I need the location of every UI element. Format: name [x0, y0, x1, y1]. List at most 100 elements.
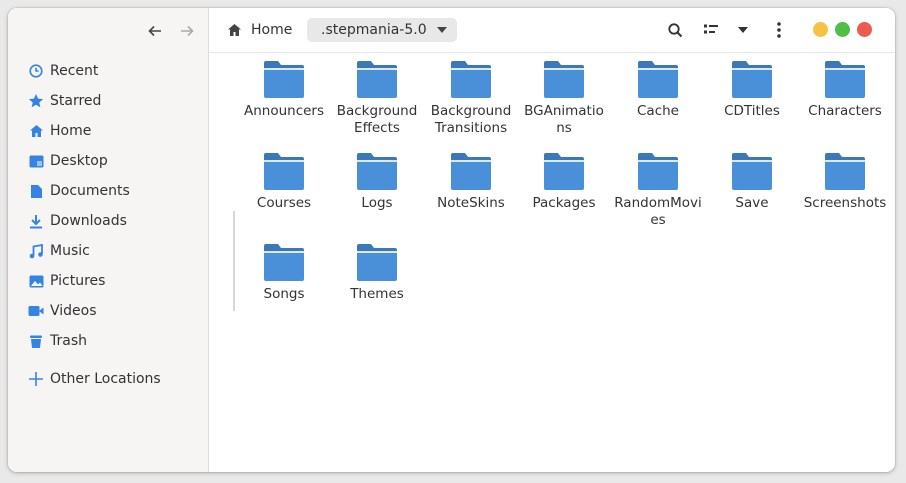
folder-name: Announcers	[243, 103, 325, 119]
folder-grid: Announcers Background Effects Background T…	[209, 53, 895, 472]
main-menu-button[interactable]	[767, 18, 791, 42]
sidebar-item-downloads[interactable]: Downloads	[8, 206, 208, 236]
music-icon	[28, 243, 44, 259]
clock-icon	[28, 63, 44, 79]
arrow-left-icon	[148, 25, 161, 37]
picture-icon	[28, 273, 44, 289]
sidebar-item-desktop[interactable]: Desktop	[8, 146, 208, 176]
sidebar-item-label: Pictures	[50, 273, 106, 289]
folder-icon	[264, 153, 304, 190]
breadcrumb-current-label: .stepmania-5.0	[321, 22, 427, 38]
folder-icon	[264, 61, 304, 98]
sidebar-item-label: Trash	[50, 333, 87, 349]
sidebar-item-home[interactable]: Home	[8, 116, 208, 146]
header-bar: Home .stepmania-5.0	[209, 8, 895, 53]
home-icon	[28, 123, 44, 139]
folder-item[interactable]: Background Transitions	[427, 60, 515, 137]
sidebar-item-trash[interactable]: Trash	[8, 326, 208, 356]
folder-name: Save	[735, 195, 769, 211]
sidebar-item-music[interactable]: Music	[8, 236, 208, 266]
video-icon	[28, 303, 44, 319]
folder-icon	[264, 244, 304, 281]
breadcrumb-home[interactable]: Home	[227, 18, 292, 42]
breadcrumb-home-label: Home	[251, 22, 293, 38]
sidebar-item-label: Documents	[50, 183, 130, 199]
folder-icon	[638, 61, 678, 98]
folder-icon	[638, 153, 678, 190]
folder-icon	[357, 244, 397, 281]
folder-name: Packages	[532, 195, 596, 211]
folder-icon	[825, 153, 865, 190]
folder-item[interactable]: Cache	[614, 60, 702, 120]
folder-item[interactable]: Announcers	[240, 60, 328, 120]
folder-name: RandomMovies	[614, 195, 702, 228]
folder-icon	[825, 61, 865, 98]
folder-name: Songs	[263, 286, 305, 302]
folder-item[interactable]: Logs	[333, 152, 421, 212]
download-icon	[28, 213, 44, 229]
folder-icon	[544, 153, 584, 190]
sidebar-item-label: Recent	[50, 63, 99, 79]
plus-icon	[28, 371, 44, 387]
folder-name: Cache	[637, 103, 679, 119]
folder-name: Background Effects	[336, 103, 418, 136]
kebab-menu-icon	[777, 22, 781, 38]
folder-item[interactable]: Background Effects	[333, 60, 421, 137]
sidebar-item-label: Desktop	[50, 153, 108, 169]
folder-name: Themes	[350, 286, 404, 302]
breadcrumb-current[interactable]: .stepmania-5.0	[307, 18, 457, 42]
forward-button[interactable]	[176, 20, 198, 42]
sidebar-item-label: Music	[50, 243, 90, 259]
home-icon	[227, 22, 243, 38]
folder-item[interactable]: CDTitles	[708, 60, 796, 120]
sidebar-item-videos[interactable]: Videos	[8, 296, 208, 326]
minimize-button[interactable]	[813, 22, 828, 37]
view-toggle-button[interactable]	[699, 18, 723, 42]
sidebar: Recent Starred Home Desktop Documents Do…	[8, 8, 209, 472]
folder-item[interactable]: Packages	[520, 152, 608, 212]
sidebar-item-other-locations[interactable]: Other Locations	[8, 364, 208, 394]
folder-icon	[451, 153, 491, 190]
folder-item[interactable]: Courses	[240, 152, 328, 212]
folder-icon	[544, 61, 584, 98]
sidebar-item-documents[interactable]: Documents	[8, 176, 208, 206]
document-icon	[28, 183, 44, 199]
sidebar-item-pictures[interactable]: Pictures	[8, 266, 208, 296]
maximize-button[interactable]	[835, 22, 850, 37]
sidebar-item-starred[interactable]: Starred	[8, 86, 208, 116]
folder-item[interactable]: Themes	[333, 243, 421, 303]
sidebar-item-label: Other Locations	[50, 371, 161, 387]
desktop-icon	[28, 153, 44, 169]
sidebar-item-label: Videos	[50, 303, 97, 319]
sidebar-item-recent[interactable]: Recent	[8, 56, 208, 86]
folder-name: CDTitles	[724, 103, 780, 119]
folder-item[interactable]: Screenshots	[801, 152, 889, 212]
folder-item[interactable]: RandomMovies	[614, 152, 702, 229]
sidebar-separator	[8, 356, 208, 364]
back-button[interactable]	[144, 20, 166, 42]
view-options-button[interactable]	[731, 18, 755, 42]
folder-item[interactable]: Songs	[240, 243, 328, 303]
star-icon	[28, 93, 44, 109]
folder-icon	[357, 153, 397, 190]
close-button[interactable]	[857, 22, 872, 37]
sidebar-item-label: Home	[50, 123, 92, 139]
arrow-right-icon	[181, 25, 194, 37]
search-icon	[667, 22, 682, 37]
folder-item[interactable]: Characters	[801, 60, 889, 120]
folder-name: Characters	[808, 103, 882, 119]
folder-name: Screenshots	[803, 195, 887, 211]
list-view-icon	[704, 24, 718, 34]
file-manager-window: Recent Starred Home Desktop Documents Do…	[8, 8, 895, 472]
folder-name: Logs	[361, 195, 393, 211]
folder-item[interactable]: BGAnimations	[520, 60, 608, 137]
folder-item[interactable]: NoteSkins	[427, 152, 515, 212]
sidebar-item-label: Starred	[50, 93, 102, 109]
folder-item[interactable]: Save	[708, 152, 796, 212]
sidebar-item-label: Downloads	[50, 213, 127, 229]
search-button[interactable]	[663, 18, 687, 42]
folder-name: Courses	[256, 195, 312, 211]
scrollbar[interactable]	[233, 211, 235, 311]
trash-icon	[28, 333, 44, 349]
folder-icon	[732, 153, 772, 190]
